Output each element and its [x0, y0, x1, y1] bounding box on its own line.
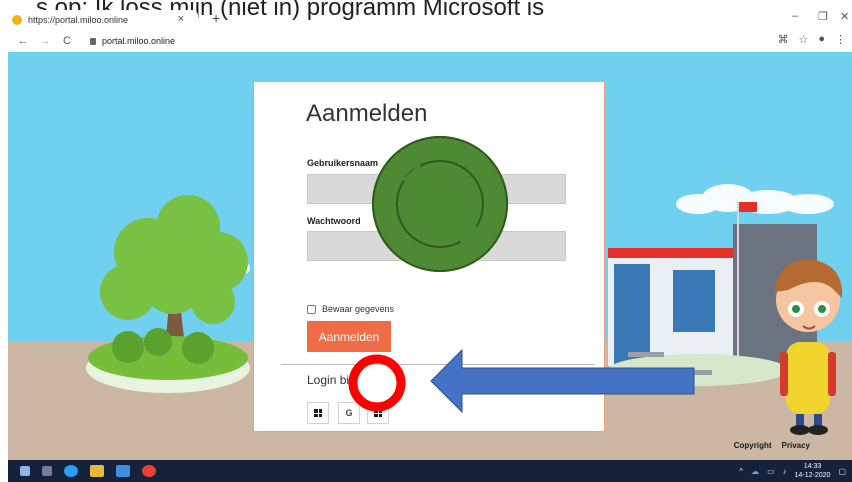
volume-icon[interactable]: ♪	[783, 467, 787, 476]
clock-date: 14-12-2020	[794, 472, 831, 479]
onedrive-icon[interactable]: ☁	[751, 467, 759, 476]
forward-button[interactable]: →	[38, 35, 52, 47]
remember-label: Bewaar gegevens	[322, 304, 395, 314]
login-button[interactable]: Aanmelden	[307, 321, 391, 352]
translate-icon[interactable]: ⌘	[777, 33, 788, 46]
browser-toolbar: ← → C portal.miloo.online ⌘ ☆ ● ⋮	[8, 30, 852, 52]
version-text: Versie Release 1.10	[469, 379, 541, 388]
site-favicon-icon	[12, 15, 22, 25]
notifications-icon[interactable]: ▢	[838, 467, 846, 476]
minimize-button[interactable]: –	[792, 10, 798, 22]
password-label: Wachtwoord	[307, 216, 361, 226]
address-bar[interactable]: portal.miloo.online	[90, 36, 175, 46]
tab-title: https://portal.miloo.online	[28, 15, 129, 25]
file-explorer-icon[interactable]	[90, 465, 104, 477]
windows-logo-icon	[314, 409, 322, 417]
mail-icon[interactable]	[116, 465, 130, 477]
microsoft-login-button[interactable]	[307, 402, 329, 424]
back-button[interactable]: ←	[16, 35, 30, 47]
username-label: Gebruikersnaam	[307, 158, 379, 168]
tab-close-icon[interactable]: ×	[178, 13, 184, 25]
task-view-icon[interactable]	[42, 466, 52, 476]
chrome-icon[interactable]	[142, 465, 156, 477]
new-tab-button[interactable]: +	[212, 10, 220, 26]
menu-kebab-icon[interactable]: ⋮	[835, 33, 846, 46]
browser-tabstrip: https://portal.miloo.online × + – ❐ ✕	[8, 4, 852, 30]
privacy-link[interactable]: Privacy	[782, 441, 810, 450]
google-logo-icon: G	[345, 408, 353, 418]
network-icon[interactable]: ▭	[767, 467, 775, 476]
profile-icon[interactable]: ●	[818, 33, 825, 46]
clock-time: 14:33	[803, 463, 822, 470]
windows-taskbar: ^ ☁ ▭ ♪ 14:33 14-12-2020 ▢	[8, 460, 852, 482]
password-input[interactable]	[307, 231, 566, 261]
username-input[interactable]	[307, 174, 566, 204]
login-with-label: Login bij	[307, 373, 352, 387]
bookmark-star-icon[interactable]: ☆	[798, 33, 808, 46]
page-viewport: Aanmelden Gebruikersnaam Wachtwoord Bewa…	[8, 52, 852, 460]
google-login-button[interactable]: G	[338, 402, 360, 424]
footer-links: Copyright Privacy	[734, 441, 810, 450]
card-divider	[281, 364, 595, 365]
lock-icon	[90, 37, 96, 45]
copyright-link[interactable]: Copyright	[734, 441, 772, 450]
remember-checkbox[interactable]	[307, 304, 316, 314]
maximize-button[interactable]: ❐	[818, 10, 828, 23]
remember-me[interactable]: Bewaar gegevens	[307, 304, 394, 314]
tray-chevron-icon[interactable]: ^	[739, 467, 743, 476]
start-icon[interactable]	[20, 466, 30, 476]
screenshot: s op: Ik loss mijn (niet in) programm Mi…	[0, 0, 852, 482]
office365-login-button[interactable]	[367, 402, 389, 424]
login-card: Aanmelden Gebruikersnaam Wachtwoord Bewa…	[253, 81, 605, 432]
reload-button[interactable]: C	[60, 35, 74, 47]
login-title: Aanmelden	[306, 100, 428, 127]
url-text: portal.miloo.online	[102, 36, 176, 46]
toolbar-icons: ⌘ ☆ ● ⋮	[777, 33, 846, 46]
browser-tab[interactable]: https://portal.miloo.online ×	[8, 10, 198, 30]
system-tray: ^ ☁ ▭ ♪ 14:33 14-12-2020 ▢	[739, 462, 846, 480]
close-window-button[interactable]: ✕	[840, 10, 849, 23]
office-logo-icon	[374, 409, 382, 417]
clock[interactable]: 14:33 14-12-2020	[795, 462, 831, 480]
edge-icon[interactable]	[64, 465, 78, 477]
